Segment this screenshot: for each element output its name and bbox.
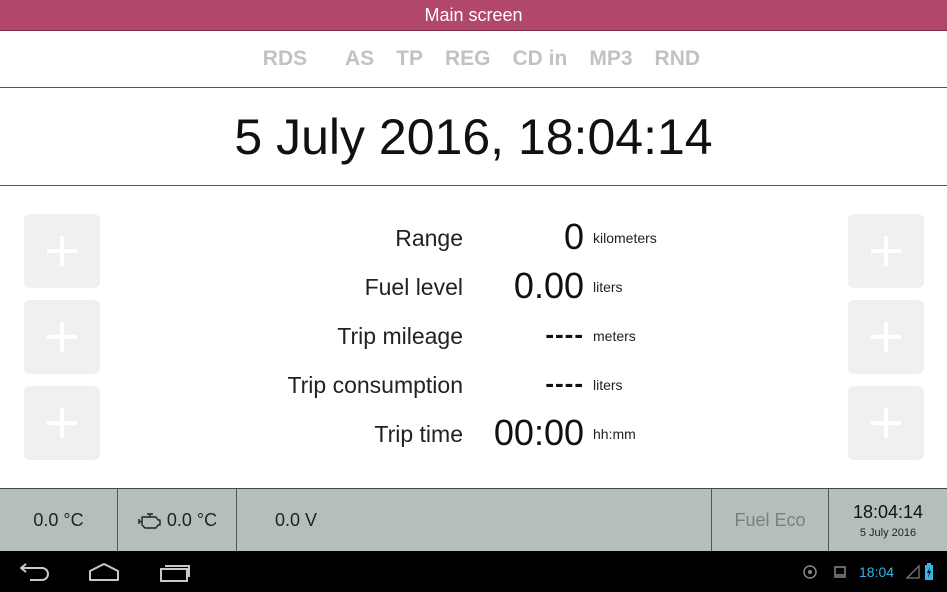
- battery-indicator: [924, 551, 934, 592]
- mode-rds[interactable]: RDS: [247, 47, 323, 71]
- reading-label: Trip time: [374, 421, 463, 447]
- reading-unit: hh:mm: [593, 426, 636, 442]
- signal-indicator: [905, 551, 921, 592]
- reading-label: Range: [395, 225, 463, 251]
- fuel-eco-cell[interactable]: Fuel Eco: [712, 489, 829, 552]
- screenshot-icon: [834, 565, 846, 578]
- back-icon: [20, 562, 49, 581]
- status-date: 5 July 2016: [859, 527, 917, 539]
- mode-tp[interactable]: TP: [396, 47, 423, 71]
- reading-unit: meters: [593, 328, 636, 344]
- screenshot-indicator: [832, 551, 848, 592]
- reading-value: 00:00: [493, 412, 584, 453]
- engine-temp-cell[interactable]: 0.0 °C: [118, 489, 237, 552]
- main-screen: Main screen RDS AS TP REG CD in MP3 RND …: [0, 0, 947, 592]
- reading-range: Range 0 kilometers: [0, 213, 947, 262]
- signal-icon: [905, 563, 920, 579]
- mode-bar: RDS AS TP REG CD in MP3 RND: [0, 31, 947, 88]
- reading-trip-time: Trip time 00:00 hh:mm: [0, 409, 947, 458]
- recent-apps-button[interactable]: [158, 551, 192, 592]
- status-bar: 0.0 °C 0.0 °C 0.0 V Fuel Eco 18:04:14 5 …: [0, 488, 947, 552]
- outside-temp-cell[interactable]: 0.0 °C: [0, 489, 118, 552]
- reading-label: Trip mileage: [337, 323, 463, 349]
- reading-trip-mileage: Trip mileage ---- meters: [0, 311, 947, 360]
- home-button[interactable]: [86, 551, 122, 592]
- reading-value: ----: [545, 368, 584, 398]
- title-bar: Main screen: [0, 0, 947, 31]
- engine-temp-value: 0.0 °C: [166, 510, 218, 530]
- current-datetime: 5 July 2016, 18:04:14: [0, 89, 947, 186]
- home-icon: [89, 562, 119, 581]
- outside-temp-value: 0.0 °C: [33, 510, 84, 530]
- reading-value: 0: [563, 216, 584, 257]
- mode-as[interactable]: AS: [345, 47, 374, 71]
- fuel-eco-label: Fuel Eco: [734, 510, 806, 530]
- back-button[interactable]: [18, 551, 52, 592]
- gps-indicator: [802, 551, 818, 592]
- reading-label: Trip consumption: [287, 372, 463, 398]
- reading-fuel-level: Fuel level 0.00 liters: [0, 262, 947, 311]
- reading-unit: liters: [593, 377, 623, 393]
- voltage-value: 0.0 V: [275, 510, 318, 530]
- reading-trip-consumption: Trip consumption ---- liters: [0, 360, 947, 409]
- reading-unit: kilometers: [593, 230, 657, 246]
- engine-icon: [138, 512, 161, 529]
- mode-rnd[interactable]: RND: [655, 47, 701, 71]
- reading-label: Fuel level: [364, 274, 463, 300]
- status-time: 18:04:14: [852, 502, 924, 522]
- reading-value: 0.00: [513, 265, 584, 306]
- mode-cd-in[interactable]: CD in: [513, 47, 568, 71]
- clock-cell: 18:04:14 5 July 2016: [829, 489, 947, 552]
- gps-icon: [803, 564, 817, 579]
- reading-value: ----: [545, 319, 584, 349]
- mode-reg[interactable]: REG: [445, 47, 491, 71]
- mode-mp3[interactable]: MP3: [589, 47, 632, 71]
- battery-icon: [925, 562, 933, 580]
- system-nav-bar: 18:04: [0, 551, 947, 592]
- recent-apps-icon: [160, 564, 190, 582]
- reading-unit: liters: [593, 279, 623, 295]
- voltage-cell[interactable]: 0.0 V: [237, 489, 712, 552]
- system-clock: 18:04: [859, 563, 895, 580]
